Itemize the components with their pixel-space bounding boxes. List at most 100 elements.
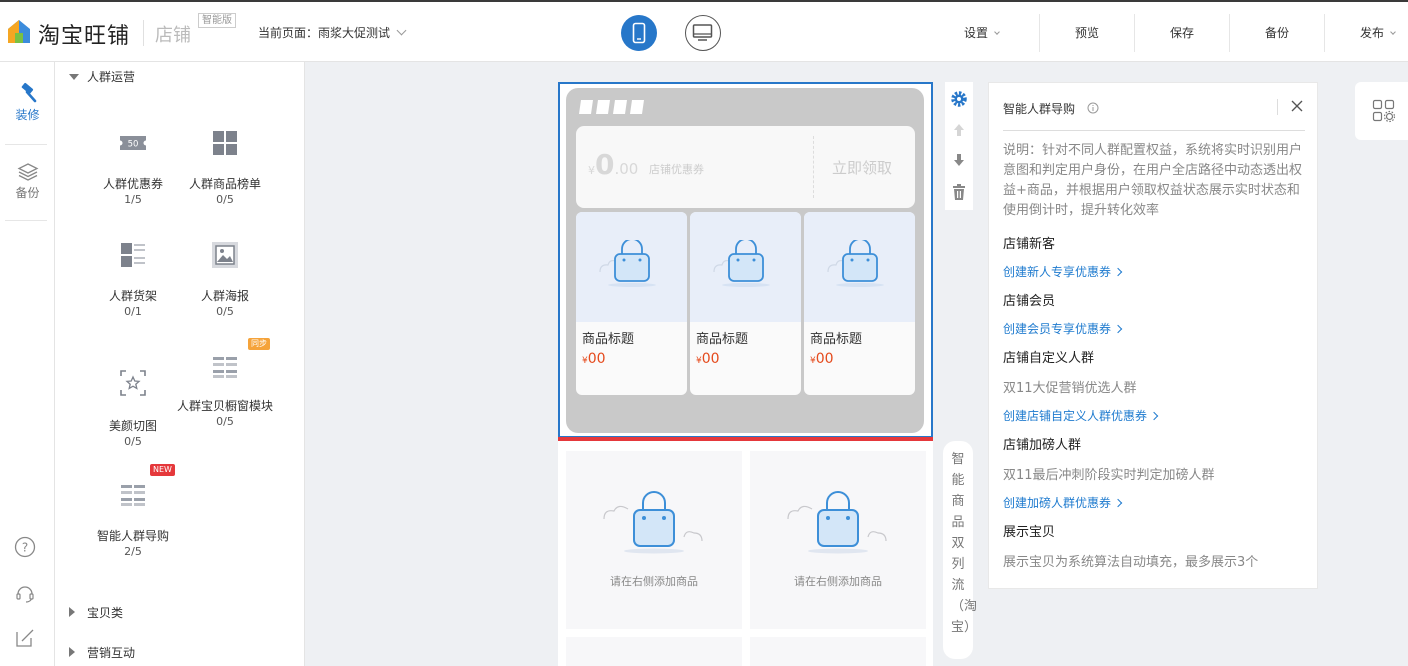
headset-icon[interactable] bbox=[15, 582, 35, 604]
create-coupon-link[interactable]: 创建会员专享优惠券 bbox=[1003, 320, 1123, 337]
price-value: 00 bbox=[815, 351, 834, 367]
widget-beauty-crop[interactable]: 美颜切图 0/5 bbox=[85, 368, 181, 450]
product-card[interactable]: 商品标题 ¥00 bbox=[576, 212, 687, 395]
create-coupon-link[interactable]: 创建加磅人群优惠券 bbox=[1003, 494, 1123, 511]
list-icon bbox=[121, 485, 145, 506]
svg-text:?: ? bbox=[22, 541, 28, 555]
edit-icon[interactable] bbox=[14, 627, 36, 649]
settings-menu[interactable]: 设置 bbox=[964, 24, 1000, 41]
settings-menu-label: 设置 bbox=[964, 26, 989, 40]
floating-apps-button[interactable] bbox=[1355, 82, 1408, 140]
widget-count: 1/5 bbox=[124, 193, 142, 206]
current-page-value: 雨浆大促测试 bbox=[318, 26, 391, 40]
price-value: 00 bbox=[587, 351, 606, 367]
product-price: ¥00 bbox=[804, 347, 915, 367]
mobile-view-button[interactable] bbox=[621, 15, 657, 51]
preview-button[interactable]: 预览 bbox=[1075, 24, 1099, 41]
rail-decorate[interactable]: 装修 bbox=[0, 82, 55, 123]
shopping-bag-icon bbox=[713, 240, 770, 287]
product-price: ¥00 bbox=[690, 347, 801, 367]
settings-title: 智能人群导购 bbox=[1003, 100, 1099, 117]
widget-crowd-window[interactable]: 人群宝贝橱窗模块 0/5 bbox=[177, 352, 273, 430]
pc-view-button[interactable] bbox=[685, 15, 721, 51]
widget-crowd-poster[interactable]: 人群海报 0/5 bbox=[177, 240, 273, 320]
widget-panel: 人群运营 50 人群优惠券 1/5 人群商品榜单 0/5 人群货架 0/1 人群… bbox=[55, 62, 305, 666]
coupon-divider bbox=[813, 136, 814, 198]
coupon-amount-value: 0 bbox=[595, 148, 615, 181]
apps-settings-icon bbox=[1372, 99, 1396, 123]
rail-decorate-label: 装修 bbox=[15, 108, 40, 122]
create-coupon-link[interactable]: 创建新人专享优惠券 bbox=[1003, 263, 1123, 280]
info-icon[interactable] bbox=[1087, 102, 1099, 114]
create-coupon-link-text: 创建会员专享优惠券 bbox=[1003, 322, 1112, 336]
hammer-icon bbox=[21, 82, 36, 103]
widget-crowd-ranking[interactable]: 人群商品榜单 0/5 bbox=[177, 128, 273, 208]
product-card[interactable]: 商品标题 ¥00 bbox=[690, 212, 801, 395]
chevron-down-icon bbox=[994, 29, 1000, 35]
title-divider bbox=[1277, 99, 1278, 115]
module-vertical-label[interactable]: 智能商品双列流（淘宝） bbox=[943, 441, 978, 659]
group-text: 双11大促营销优选人群 bbox=[1003, 381, 1137, 396]
brand-name: 淘宝旺铺 bbox=[38, 24, 131, 49]
widget-count: 0/5 bbox=[216, 193, 234, 206]
product-card[interactable]: 商品标题 ¥00 bbox=[804, 212, 915, 395]
product-title: 商品标题 bbox=[696, 332, 749, 347]
chevron-right-icon bbox=[1149, 411, 1159, 421]
empty-product-slot[interactable]: 请在右侧添加商品 bbox=[566, 451, 742, 629]
arrow-up-icon[interactable] bbox=[952, 122, 966, 138]
selected-module[interactable]: ¥0.00 店铺优惠券 立即领取 商品标题 ¥00 商品标题 ¥00 商品标题 … bbox=[558, 82, 933, 438]
widget-crowd-shelf[interactable]: 人群货架 0/1 bbox=[85, 240, 181, 320]
empty-product-slot[interactable] bbox=[750, 637, 926, 666]
product-price: ¥00 bbox=[576, 347, 687, 367]
coupon-card[interactable]: ¥0.00 店铺优惠券 立即领取 bbox=[576, 126, 915, 208]
publish-menu[interactable]: 发布 bbox=[1360, 24, 1396, 41]
section-goods[interactable]: 宝贝类 bbox=[69, 604, 123, 621]
double-column-module[interactable]: 请在右侧添加商品 请在右侧添加商品 bbox=[558, 441, 933, 666]
coupon-claim-button[interactable]: 立即领取 bbox=[832, 157, 892, 178]
help-icon[interactable]: ? bbox=[14, 536, 36, 558]
close-icon[interactable] bbox=[1290, 99, 1304, 113]
product-image bbox=[804, 212, 915, 322]
group-heading: 店铺会员 bbox=[1003, 294, 1056, 309]
settings-panel: 智能人群导购 说明：针对不同人群配置权益，系统将实时识别用户意图和判定用户身份，… bbox=[988, 82, 1318, 589]
layers-icon bbox=[17, 163, 38, 181]
rail-divider bbox=[5, 144, 47, 145]
coupon-icon-badge: 50 bbox=[128, 140, 139, 150]
rail-backup[interactable]: 备份 bbox=[0, 162, 55, 201]
section-marketing[interactable]: 营销互动 bbox=[69, 644, 135, 661]
price-value: 00 bbox=[701, 351, 720, 367]
sync-tag: 同步 bbox=[248, 338, 270, 350]
trash-icon[interactable] bbox=[951, 183, 967, 201]
group-heading: 店铺加磅人群 bbox=[1003, 438, 1082, 453]
empty-product-slot[interactable] bbox=[566, 637, 742, 666]
save-button[interactable]: 保存 bbox=[1170, 24, 1194, 41]
section-crowd-ops-label: 人群运营 bbox=[87, 70, 136, 84]
publish-menu-label: 发布 bbox=[1360, 26, 1385, 40]
widget-smart-guide[interactable]: 智能人群导购 2/5 bbox=[85, 480, 181, 560]
create-coupon-link[interactable]: 创建店铺自定义人群优惠券 bbox=[1003, 407, 1159, 424]
widget-count: 0/5 bbox=[124, 435, 142, 448]
backup-button[interactable]: 备份 bbox=[1265, 24, 1289, 41]
section-crowd-ops[interactable]: 人群运营 bbox=[69, 68, 135, 85]
create-coupon-link-text: 创建新人专享优惠券 bbox=[1003, 265, 1112, 279]
header-divider bbox=[1003, 130, 1305, 131]
empty-product-slot[interactable]: 请在右侧添加商品 bbox=[750, 451, 926, 629]
widget-name: 美颜切图 bbox=[108, 419, 157, 433]
crop-star-icon bbox=[120, 370, 146, 396]
widget-name: 人群宝贝橱窗模块 bbox=[177, 399, 274, 413]
nav-divider bbox=[1324, 14, 1325, 52]
gear-icon[interactable] bbox=[950, 90, 968, 108]
nav-divider bbox=[1134, 14, 1135, 52]
settings-title-text: 智能人群导购 bbox=[1003, 102, 1076, 116]
current-page-selector[interactable]: 当前页面：雨浆大促测试 bbox=[258, 24, 407, 41]
widget-name: 人群货架 bbox=[108, 289, 157, 303]
module-toolbar bbox=[945, 82, 973, 210]
nav-divider bbox=[1229, 14, 1230, 52]
empty-tip: 请在右侧添加商品 bbox=[610, 575, 698, 588]
arrow-down-icon[interactable] bbox=[952, 152, 966, 168]
module-vertical-label-text: 智能商品双列流（淘宝） bbox=[951, 452, 978, 635]
rail-divider bbox=[5, 220, 47, 221]
caret-right-icon bbox=[69, 607, 75, 617]
widget-crowd-coupon[interactable]: 50 人群优惠券 1/5 bbox=[85, 128, 181, 208]
product-image bbox=[576, 212, 687, 322]
